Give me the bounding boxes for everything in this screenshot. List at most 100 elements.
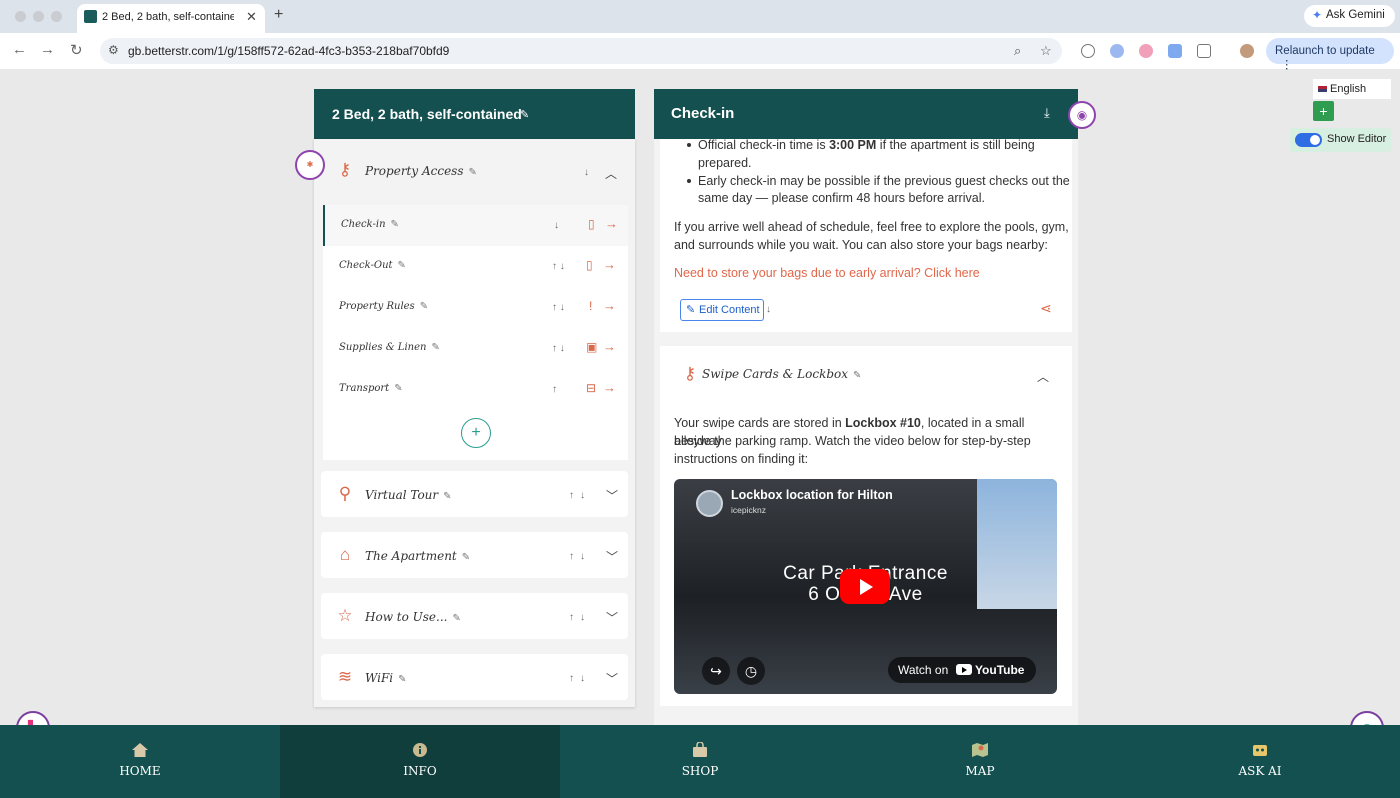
- chevron-down-icon[interactable]: ﹀: [606, 670, 618, 687]
- nav-info[interactable]: INFO: [280, 725, 560, 798]
- edit-pencil-icon[interactable]: ✎: [398, 674, 406, 685]
- language-selector[interactable]: English: [1313, 79, 1391, 99]
- window-minimize-dot[interactable]: [33, 11, 44, 22]
- share-icon[interactable]: ⋖: [1040, 300, 1052, 317]
- reorder-arrows[interactable]: ↑ ↓: [552, 343, 565, 354]
- relaunch-button[interactable]: Relaunch to update ⋮: [1266, 38, 1394, 71]
- forward-arrow-icon[interactable]: →: [40, 41, 55, 58]
- edit-pencil-icon[interactable]: ✎: [443, 491, 451, 502]
- bookmark-star-icon[interactable]: ☆: [1040, 43, 1052, 59]
- sub-item-label: Check-in ✎: [341, 219, 399, 230]
- download-icon[interactable]: ⤓: [1044, 105, 1050, 121]
- edit-pencil-icon[interactable]: ✎: [452, 613, 460, 624]
- chevron-down-icon[interactable]: ﹀: [606, 609, 618, 626]
- browser-tab-bar: 2 Bed, 2 bath, self-contained ✕ + ✦ Ask …: [0, 0, 1400, 33]
- sub-item-supplies-linen[interactable]: Supplies & Linen ✎ ↑ ↓ ▣ →: [323, 328, 628, 369]
- nav-home[interactable]: HOME: [0, 725, 280, 798]
- new-tab-button[interactable]: +: [274, 6, 283, 24]
- open-arrow-icon[interactable]: →: [603, 339, 616, 354]
- video-channel[interactable]: icepicknz: [731, 505, 766, 515]
- chevron-down-icon[interactable]: ﹀: [606, 487, 618, 504]
- reorder-arrows[interactable]: ↑↓: [569, 490, 591, 501]
- open-arrow-icon[interactable]: →: [603, 257, 616, 272]
- more-menu-icon[interactable]: ⋮: [1281, 59, 1293, 71]
- url-text[interactable]: gb.betterstr.com/1/g/158ff572-62ad-4fc3-…: [128, 44, 449, 58]
- reorder-arrows[interactable]: ↓: [554, 220, 559, 231]
- edit-content-button[interactable]: ✎ Edit Content: [680, 299, 764, 321]
- open-arrow-icon[interactable]: →: [603, 298, 616, 313]
- wifi-icon: ≋: [337, 667, 353, 686]
- move-down-arrow-icon[interactable]: ↓: [766, 304, 771, 315]
- watch-later-clock-icon[interactable]: ◷: [737, 657, 765, 685]
- edit-pencil-icon[interactable]: ✎: [391, 219, 399, 230]
- site-settings-icon[interactable]: ⚙: [108, 43, 119, 57]
- sub-item-property-rules[interactable]: Property Rules ✎ ↑ ↓ ! →: [323, 287, 628, 328]
- nav-ask-ai[interactable]: ASK AI: [1120, 725, 1400, 798]
- show-editor-toggle[interactable]: Show Editor: [1290, 128, 1391, 152]
- profile-avatar[interactable]: [1240, 44, 1254, 58]
- extension-icon[interactable]: [1110, 44, 1124, 58]
- edit-pencil-icon[interactable]: ✎: [394, 383, 402, 394]
- edit-pencil-icon[interactable]: ✎: [853, 370, 861, 381]
- edit-pencil-icon[interactable]: ✎: [420, 301, 428, 312]
- window-zoom-dot[interactable]: [51, 11, 62, 22]
- section-virtual-tour[interactable]: ⚲ Virtual Tour ✎ ↑↓ ﹀: [321, 471, 628, 517]
- section-label: The Apartment ✎: [365, 549, 471, 563]
- zoom-icon[interactable]: ⌕: [1014, 43, 1021, 59]
- palette-icon[interactable]: ◉: [1068, 101, 1096, 129]
- section-wifi[interactable]: ≋ WiFi ✎ ↑↓ ﹀: [321, 654, 628, 700]
- open-arrow-icon[interactable]: →: [603, 380, 616, 395]
- reorder-arrows[interactable]: ↑ ↓: [552, 261, 565, 272]
- nav-map[interactable]: MAP: [840, 725, 1120, 798]
- close-tab-icon[interactable]: ✕: [246, 9, 257, 25]
- address-bar[interactable]: ⚙ gb.betterstr.com/1/g/158ff572-62ad-4fc…: [100, 38, 1062, 64]
- nav-ask-ai-label: ASK AI: [1238, 764, 1282, 778]
- toggle-switch[interactable]: [1295, 133, 1322, 147]
- reorder-arrows[interactable]: ↑ ↓: [552, 302, 565, 313]
- ask-gemini-button[interactable]: ✦ Ask Gemini: [1304, 5, 1395, 27]
- back-arrow-icon[interactable]: ←: [12, 41, 27, 58]
- extension-icon[interactable]: [1139, 44, 1153, 58]
- move-down-arrow-icon[interactable]: ↓: [584, 167, 595, 178]
- edit-pencil-icon[interactable]: ✎: [431, 342, 439, 353]
- open-arrow-icon[interactable]: →: [605, 216, 618, 231]
- share-arrow-icon[interactable]: ↪: [702, 657, 730, 685]
- reorder-arrows[interactable]: ↑↓: [569, 551, 591, 562]
- reload-icon[interactable]: ↻: [70, 41, 83, 59]
- reorder-arrows[interactable]: ↑↓: [569, 612, 591, 623]
- edit-pencil-icon[interactable]: ✎: [462, 552, 470, 563]
- section-label: WiFi ✎: [365, 671, 407, 685]
- reorder-arrows[interactable]: ↑↓: [569, 673, 591, 684]
- editor-badge-icon[interactable]: ✱: [295, 150, 325, 180]
- add-item-button[interactable]: +: [461, 418, 491, 448]
- sub-item-check-out[interactable]: Check-Out ✎ ↑ ↓ ▯ →: [323, 246, 628, 287]
- watch-on-youtube-button[interactable]: Watch on YouTube: [888, 657, 1036, 683]
- chevron-up-icon[interactable]: ︿: [1037, 368, 1049, 385]
- section-property-access[interactable]: ⚷ Property Access ✎ ↓ ︿: [321, 151, 628, 203]
- channel-avatar[interactable]: [696, 490, 723, 517]
- store-bags-link[interactable]: Need to store your bags due to early arr…: [674, 266, 980, 280]
- edit-title-pencil-icon[interactable]: ✎: [520, 108, 529, 121]
- video-title[interactable]: Lockbox location for Hilton: [731, 488, 893, 502]
- extensions-puzzle-icon[interactable]: [1197, 44, 1211, 58]
- edit-pencil-icon[interactable]: ✎: [398, 260, 406, 271]
- section-the-apartment[interactable]: ⌂ The Apartment ✎ ↑↓ ﹀: [321, 532, 628, 578]
- youtube-video-embed[interactable]: Lockbox location for Hilton icepicknz Ca…: [674, 479, 1057, 694]
- nav-shop[interactable]: SHOP: [560, 725, 840, 798]
- play-button-icon[interactable]: [840, 569, 890, 604]
- nav-shop-label: SHOP: [681, 764, 719, 778]
- chevron-up-icon[interactable]: ︿: [605, 165, 617, 182]
- section-how-to-use[interactable]: ☆ How to Use... ✎ ↑↓ ﹀: [321, 593, 628, 639]
- info-icon: [413, 743, 427, 757]
- reorder-arrows[interactable]: ↑: [552, 384, 557, 395]
- extension-icon[interactable]: [1168, 44, 1182, 58]
- window-close-dot[interactable]: [15, 11, 26, 22]
- chevron-down-icon[interactable]: ﹀: [606, 548, 618, 565]
- add-button[interactable]: +: [1313, 101, 1334, 121]
- edit-pencil-icon[interactable]: ✎: [469, 167, 477, 178]
- extension-icon[interactable]: [1081, 44, 1095, 58]
- sub-item-transport[interactable]: Transport ✎ ↑ ⊟ →: [323, 369, 628, 410]
- bullet-early-check-in-cont: same day — please confirm 48 hours befor…: [698, 191, 985, 205]
- browser-tab[interactable]: 2 Bed, 2 bath, self-contained ✕: [77, 4, 265, 33]
- sub-item-check-in[interactable]: Check-in ✎ ↓ ▯ →: [323, 205, 628, 246]
